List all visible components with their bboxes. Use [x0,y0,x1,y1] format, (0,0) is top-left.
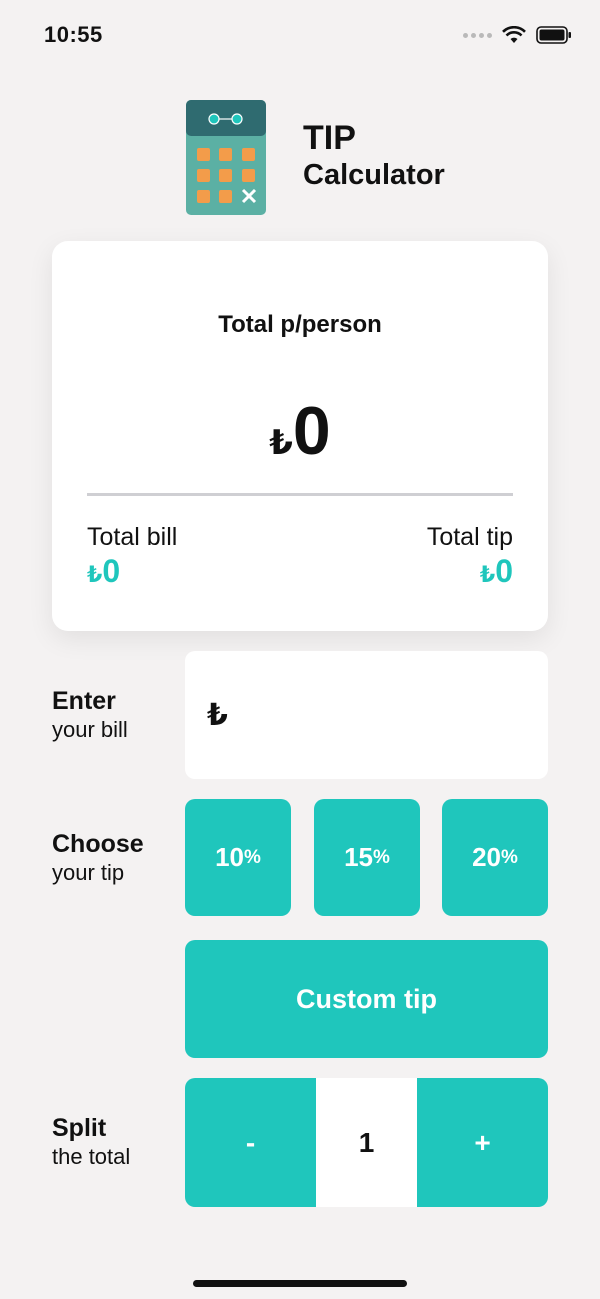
bill-input-container[interactable]: ₺ [185,651,548,779]
tip-option-unit: % [373,846,390,868]
total-tip-amount: ₺0 [427,553,513,593]
split-row-label: Split the total [52,1113,130,1171]
tip-title: Choose [52,830,144,858]
app-title-line1: TIP [303,119,356,157]
total-bill-value: 0 [102,553,121,589]
split-count: 1 [316,1078,417,1207]
bill-title: Enter [52,687,116,715]
tip-20-button[interactable]: 20% [442,799,548,916]
cellular-signal-icon [463,32,492,38]
tip-option-unit: % [244,846,261,868]
split-subtitle: the total [52,1144,131,1169]
wifi-icon [502,26,526,43]
calculator-logo-icon [186,100,266,215]
home-indicator[interactable] [193,1280,407,1287]
tip-option-value: 20 [472,842,501,872]
tip-calculator-screen: 10:55 TIP Calculator Total p/person ₺0 T… [0,0,600,1299]
custom-tip-button[interactable]: Custom tip [185,940,548,1058]
tip-15-button[interactable]: 15% [314,799,420,916]
tip-row-label: Choose your tip [52,829,144,887]
currency-symbol: ₺ [479,562,496,587]
app-title-line2: Calculator [303,159,445,191]
tip-option-value: 10 [215,842,244,872]
currency-symbol: ₺ [269,424,293,462]
total-bill-amount: ₺0 [87,553,177,593]
total-bill-summary: Total bill ₺0 [87,521,177,593]
per-person-amount: ₺0 [52,391,548,471]
per-person-value: 0 [292,393,331,469]
tip-option-unit: % [501,846,518,868]
bill-input[interactable] [237,699,518,731]
split-decrement-button[interactable]: - [185,1078,316,1207]
bill-currency-symbol: ₺ [207,698,228,732]
status-icons [463,26,572,44]
total-tip-value: 0 [495,553,513,589]
total-tip-summary: Total tip ₺0 [427,521,513,593]
summary-card: Total p/person ₺0 Total bill ₺0 Total ti… [52,241,548,631]
split-title: Split [52,1114,107,1142]
total-tip-label: Total tip [426,523,513,551]
bill-subtitle: your bill [52,717,128,742]
status-time: 10:55 [44,22,103,47]
card-divider [87,493,513,496]
per-person-label: Total p/person [218,311,382,338]
bill-row-label: Enter your bill [52,686,128,744]
tip-subtitle: your tip [52,860,125,885]
battery-icon [536,26,571,44]
split-stepper: - 1 + [185,1078,548,1207]
app-title: TIP Calculator [303,118,445,192]
tip-option-value: 15 [344,842,373,872]
currency-symbol: ₺ [87,562,103,587]
tip-10-button[interactable]: 10% [185,799,291,916]
split-increment-button[interactable]: + [417,1078,548,1207]
total-bill-label: Total bill [87,523,178,551]
